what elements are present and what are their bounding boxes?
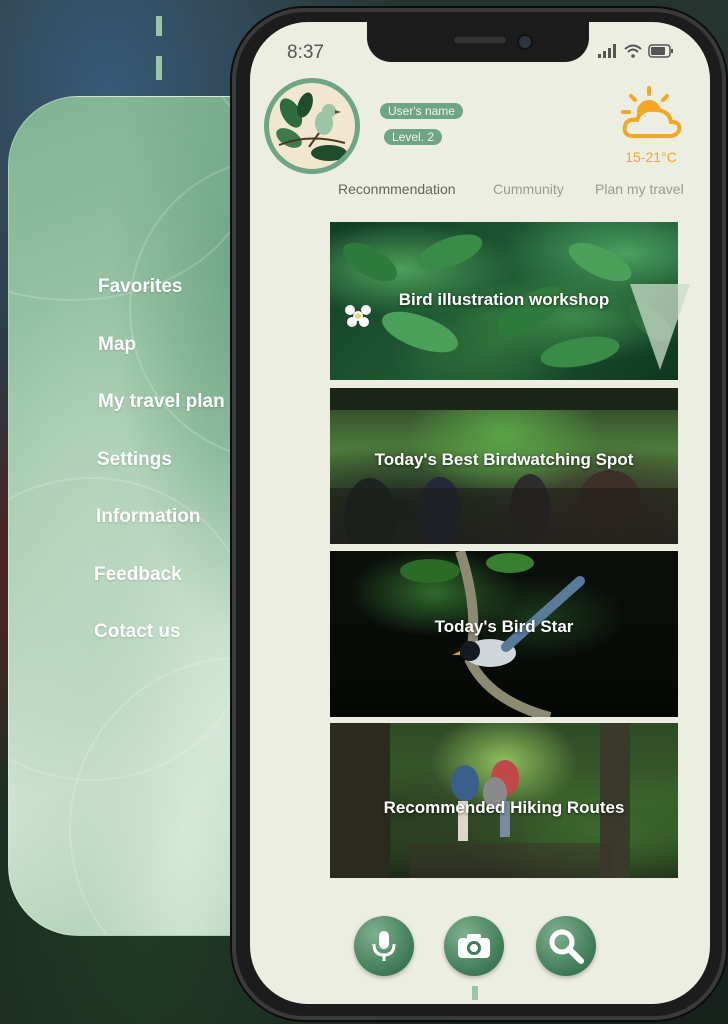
camera-button[interactable] [444,916,504,976]
menu-item-contact-us[interactable]: Cotact us [94,621,181,643]
bird-on-branch-icon [276,92,347,161]
menu-item-feedback[interactable]: Feedback [94,564,182,586]
wifi-icon [624,44,642,58]
card-birdwatching-spot[interactable]: Today's Best Birdwatching Spot [330,388,678,544]
menu-item-information[interactable]: Information [96,506,201,528]
card-title: Recommended Hiking Routes [383,798,625,817]
front-camera [517,34,533,50]
battery-icon [648,44,673,58]
menu-item-settings[interactable]: Settings [97,449,172,471]
menu-item-map[interactable]: Map [98,334,136,356]
user-name-badge: User's name [380,103,463,119]
microphone-button[interactable] [354,916,414,976]
speaker-grille [454,37,506,43]
card-bird-star[interactable]: Today's Bird Star [330,551,678,717]
microphone-icon [372,931,396,961]
avatar[interactable] [264,78,360,174]
signal-icon [598,44,616,58]
tab-community[interactable]: Cummunity [493,181,564,197]
connector-dash [472,986,478,1000]
menu-item-favorites[interactable]: Favorites [98,276,182,298]
decorative-triangle [630,284,690,370]
connector-dash [156,16,162,36]
card-bird-illustration-workshop[interactable]: Bird illustration workshop [330,222,678,380]
status-time: 8:37 [287,42,324,63]
weather-widget: 15-21°C [616,86,686,165]
tab-plan-my-travel[interactable]: Plan my travel [595,181,684,197]
status-icons [598,44,674,58]
card-title: Today's Best Birdwatching Spot [374,450,634,469]
tab-recommendation[interactable]: Reconmmendation [338,181,456,197]
card-title: Today's Bird Star [434,617,574,636]
temperature-label: 15-21°C [625,149,677,165]
search-icon [549,929,584,964]
card-hiking-routes[interactable]: Recommended Hiking Routes [330,723,678,878]
menu-item-my-travel-plan[interactable]: My travel plan [98,391,225,413]
level-badge: Level. 2 [384,129,443,145]
search-button[interactable] [536,916,596,976]
camera-icon [458,934,490,958]
card-title: Bird illustration workshop [398,290,610,309]
partly-sunny-icon [621,86,682,138]
connector-dash [156,56,162,80]
